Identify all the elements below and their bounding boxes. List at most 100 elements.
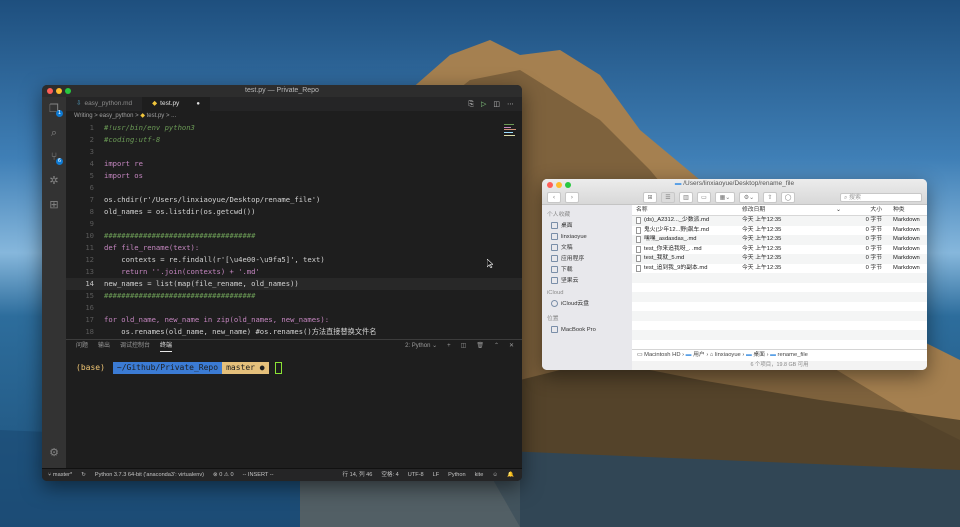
code-line[interactable]: 4 import re bbox=[66, 158, 522, 170]
sidebar-item-applications[interactable]: 应用程序 bbox=[542, 253, 632, 264]
python-interpreter[interactable]: Python 3.7.3 64-bit ('anaconda3': virtua… bbox=[95, 469, 204, 481]
column-view-button[interactable]: ▥ bbox=[679, 192, 693, 203]
file-row[interactable]: (ds)_A2312..._少数派.md 今天 上午12:35 0 字节 Markdo… bbox=[632, 216, 927, 226]
share-button[interactable]: ⇧ bbox=[763, 192, 777, 203]
trash-icon[interactable]: 🗑 bbox=[476, 340, 484, 352]
code-line[interactable]: 1 #!usr/bin/env python3 bbox=[66, 122, 522, 134]
bell-icon[interactable]: 🔔 bbox=[507, 469, 514, 481]
git-branch-status[interactable]: ⑂ master* bbox=[48, 469, 72, 481]
split-terminal-icon[interactable]: ◫ bbox=[461, 340, 467, 352]
path-item[interactable]: 用户 bbox=[693, 352, 705, 358]
run-icon[interactable]: ▷ bbox=[481, 100, 486, 108]
tab-output[interactable]: 输出 bbox=[98, 340, 110, 352]
sidebar-item-nutstore[interactable]: 坚果云 bbox=[542, 275, 632, 286]
sidebar-item-desktop[interactable]: 桌面 bbox=[542, 220, 632, 231]
breadcrumb-item[interactable]: Writing bbox=[74, 113, 93, 119]
file-row[interactable]: 鬼火(少年12...野|飙车.md 今天 上午12:35 0 字节 Markdown bbox=[632, 226, 927, 236]
chevron-up-icon[interactable]: ⌃ bbox=[494, 340, 499, 352]
extensions-icon[interactable]: ⊞ bbox=[42, 193, 66, 217]
terminal-select[interactable]: 2: Python ⌄ bbox=[405, 340, 437, 352]
sidebar-item-home[interactable]: linxiaoyue bbox=[542, 231, 632, 242]
file-row[interactable]: 嘿嘿_asdasdas_.md 今天 上午12:35 0 字节 Markdown bbox=[632, 235, 927, 245]
code-line[interactable]: 11 def file_rename(text): bbox=[66, 242, 522, 254]
column-size[interactable]: ⌄ 大小 bbox=[832, 205, 887, 215]
code-line[interactable]: 8 old_names = os.listdir(os.getcwd()) bbox=[66, 206, 522, 218]
close-panel-icon[interactable]: ✕ bbox=[509, 340, 514, 352]
breadcrumb-item[interactable]: ... bbox=[171, 113, 176, 119]
encoding[interactable]: UTF-8 bbox=[408, 469, 424, 481]
cursor-position[interactable]: 行 14, 列 46 bbox=[343, 469, 373, 481]
minimap[interactable] bbox=[504, 124, 518, 138]
source-control-icon[interactable]: ⑂ 6 bbox=[42, 145, 66, 169]
code-editor[interactable]: 1 #!usr/bin/env python3 2 #coding:utf-8 3 4 im… bbox=[66, 122, 522, 339]
file-row[interactable]: test_追到我_9的副本.md 今天 上午12:35 0 字节 Markdown bbox=[632, 264, 927, 274]
tab-terminal[interactable]: 终端 bbox=[160, 340, 173, 352]
search-input[interactable]: ⌕ 搜索 bbox=[840, 193, 922, 202]
add-terminal-icon[interactable]: + bbox=[447, 340, 451, 352]
split-editor-icon[interactable]: ◫ bbox=[493, 100, 500, 108]
line-ending[interactable]: LF bbox=[433, 469, 440, 481]
search-icon[interactable]: ⌕ bbox=[42, 121, 66, 145]
path-item[interactable]: linxiaoyue bbox=[715, 352, 741, 358]
feedback-icon[interactable]: ☺ bbox=[492, 469, 498, 481]
list-view-button[interactable]: ☰ bbox=[661, 192, 675, 203]
column-date[interactable]: 修改日期 bbox=[738, 205, 832, 215]
tab-problems[interactable]: 问题 bbox=[76, 340, 88, 352]
file-list-header: 名称 修改日期 ⌄ 大小 种类 bbox=[632, 205, 927, 216]
close-button[interactable] bbox=[47, 88, 53, 94]
code-line[interactable]: 16 bbox=[66, 302, 522, 314]
code-line[interactable]: 18 os.renames(old_name, new_name) #os.re… bbox=[66, 326, 522, 338]
path-item[interactable]: Macintosh HD bbox=[644, 352, 680, 358]
path-item[interactable]: rename_file bbox=[778, 352, 808, 358]
action-gear-button[interactable]: ⚙⌄ bbox=[739, 192, 759, 203]
code-line[interactable]: 15 ################################### bbox=[66, 290, 522, 302]
empty-row bbox=[632, 340, 927, 350]
problems-count[interactable]: ⊗ 0 ⚠ 0 bbox=[213, 469, 234, 481]
code-line[interactable]: 10 ################################### bbox=[66, 230, 522, 242]
code-line[interactable]: 5 import os bbox=[66, 170, 522, 182]
tab-debug-console[interactable]: 调试控制台 bbox=[120, 340, 150, 352]
document-icon bbox=[636, 226, 641, 234]
breadcrumb-item[interactable]: easy_python bbox=[99, 113, 133, 119]
minimize-button[interactable] bbox=[56, 88, 62, 94]
tab-easy-python[interactable]: ⇩ easy_python.md bbox=[66, 97, 142, 111]
column-kind[interactable]: 种类 bbox=[887, 205, 927, 215]
code-line[interactable]: 2 #coding:utf-8 bbox=[66, 134, 522, 146]
more-actions-icon[interactable]: ⋯ bbox=[507, 100, 514, 108]
indentation[interactable]: 空格: 4 bbox=[381, 469, 398, 481]
explorer-icon[interactable]: ❐ 1 bbox=[42, 97, 66, 121]
group-button[interactable]: ▦⌄ bbox=[715, 192, 735, 203]
column-name[interactable]: 名称 bbox=[632, 205, 738, 215]
sidebar-item-downloads[interactable]: 下载 bbox=[542, 264, 632, 275]
code-line[interactable]: 12 contexts = re.findall(r'[\u4e00-\u9fa… bbox=[66, 254, 522, 266]
tab-test-py[interactable]: ◆ test.py ● bbox=[142, 97, 210, 111]
file-row[interactable]: test_你来追我呀_. .md 今天 上午12:35 0 字节 Markdown bbox=[632, 245, 927, 255]
sync-icon[interactable]: ↻ bbox=[81, 469, 86, 481]
file-row[interactable]: test_我就_5.md 今天 上午12:35 0 字节 Markdown bbox=[632, 254, 927, 264]
sidebar-item-icloud-drive[interactable]: iCloud云盘 bbox=[542, 298, 632, 309]
breadcrumb-item[interactable]: test.py bbox=[147, 113, 165, 119]
code-line[interactable]: 13 return ''.join(contexts) + '.md' bbox=[66, 266, 522, 278]
debug-icon[interactable]: ✲ bbox=[42, 169, 66, 193]
code-line[interactable]: 7 os.chdir(r'/Users/linxiaoyue/Desktop/re… bbox=[66, 194, 522, 206]
code-line[interactable]: 6 bbox=[66, 182, 522, 194]
settings-gear-icon[interactable]: ⚙ bbox=[42, 441, 66, 465]
sidebar-item-macbook[interactable]: MacBook Pro bbox=[542, 324, 632, 335]
code-line[interactable]: 3 bbox=[66, 146, 522, 158]
language-mode[interactable]: Python bbox=[448, 469, 465, 481]
path-item[interactable]: 桌面 bbox=[753, 352, 765, 358]
tag-button[interactable]: ◯ bbox=[781, 192, 795, 203]
back-button[interactable]: ‹ bbox=[547, 192, 561, 203]
code-line[interactable]: 14 new_names = list(map(file_rename, old_… bbox=[66, 278, 522, 290]
forward-button[interactable]: › bbox=[565, 192, 579, 203]
modified-dot-icon[interactable]: ● bbox=[196, 97, 200, 111]
code-line[interactable]: 17 for old_name, new_name in zip(old_name… bbox=[66, 314, 522, 326]
sidebar-item-documents[interactable]: 文稿 bbox=[542, 242, 632, 253]
gallery-view-button[interactable]: ▭ bbox=[697, 192, 711, 203]
code-line[interactable]: 9 bbox=[66, 218, 522, 230]
icon-view-button[interactable]: ⊞ bbox=[643, 192, 657, 203]
kite-status[interactable]: kite bbox=[475, 469, 484, 481]
compare-icon[interactable]: ⎘ bbox=[468, 100, 474, 109]
terminal-prompt[interactable]: (base) ~/Github/Private_Repo master ● bbox=[66, 352, 522, 374]
zoom-button[interactable] bbox=[65, 88, 71, 94]
